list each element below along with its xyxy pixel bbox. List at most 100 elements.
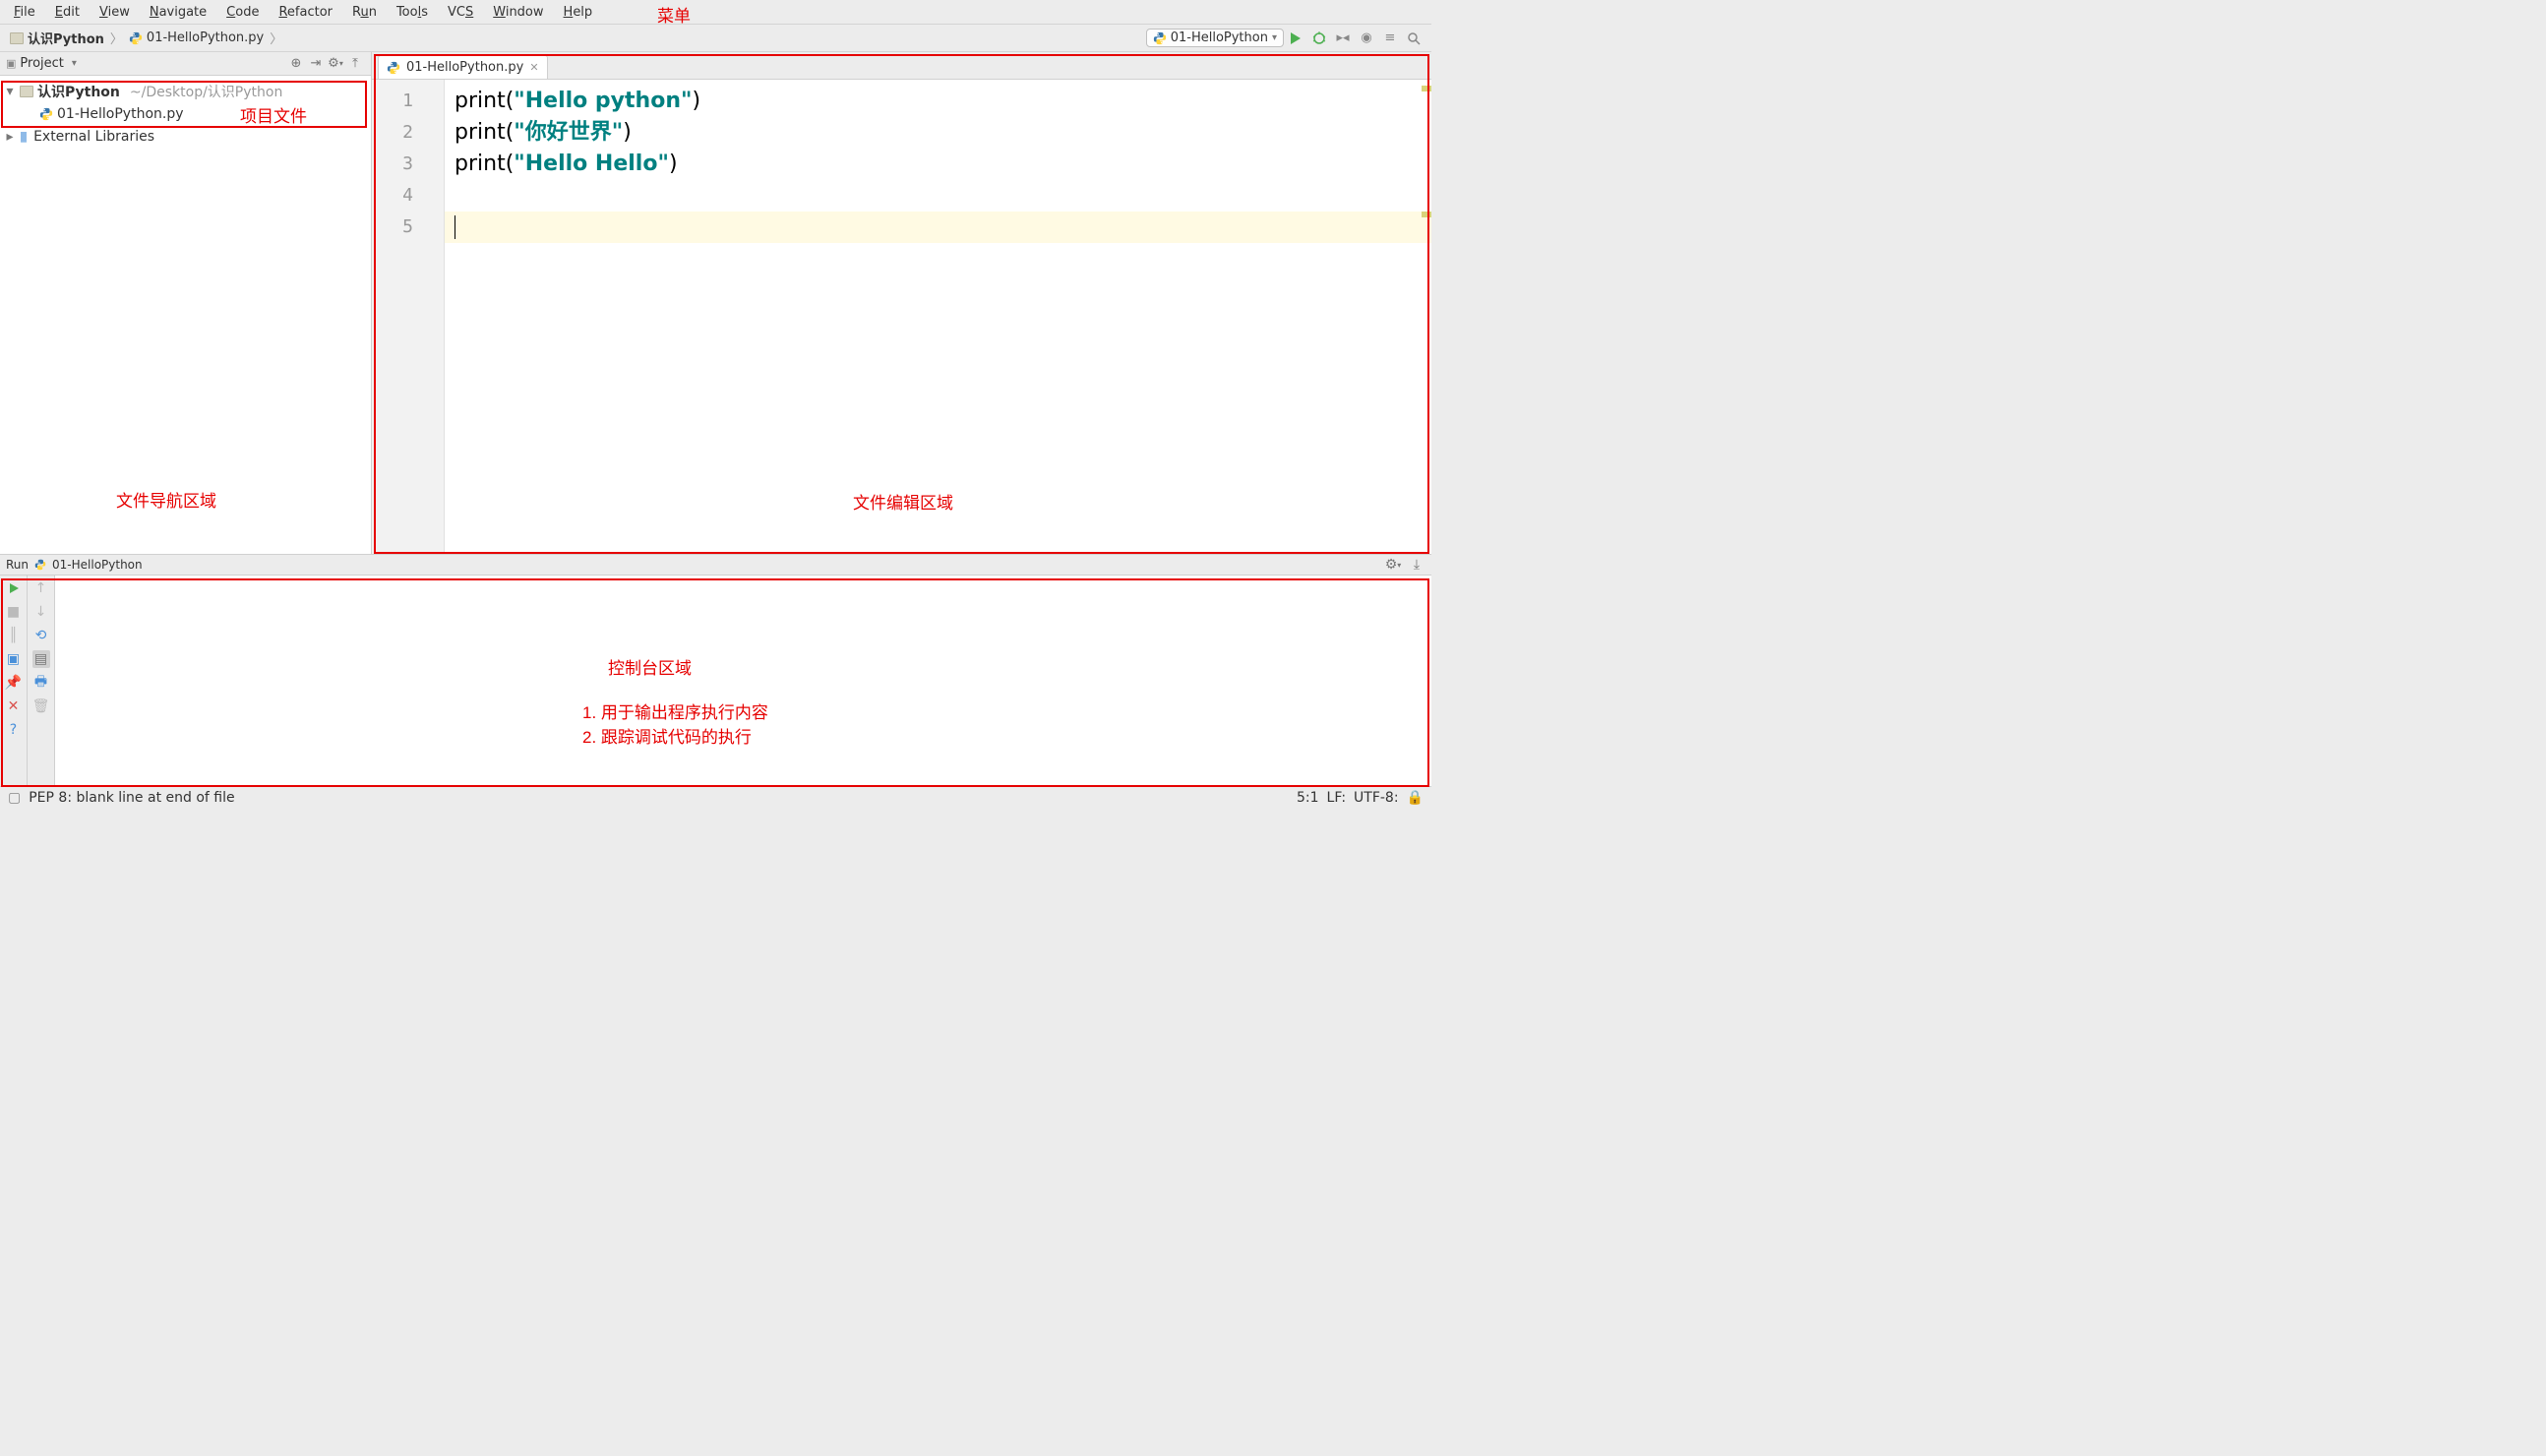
up-button[interactable]: ↑: [32, 579, 50, 597]
menu-vcs[interactable]: VCS: [438, 5, 483, 20]
warning-mark[interactable]: [1422, 86, 1431, 91]
status-encoding[interactable]: UTF-8:: [1354, 790, 1399, 806]
down-button[interactable]: ↓: [32, 603, 50, 621]
print-button[interactable]: 🖶: [32, 674, 50, 692]
run-button[interactable]: [1286, 29, 1305, 48]
menu-run[interactable]: Run: [342, 5, 387, 20]
tree-file-label: 01-HelloPython.py: [57, 106, 184, 122]
warning-mark[interactable]: [1422, 212, 1431, 217]
breadcrumb-file[interactable]: 01-HelloPython.py: [125, 30, 268, 45]
menu-refactor[interactable]: Refactor: [269, 5, 342, 20]
chevron-down-icon[interactable]: ▾: [72, 58, 77, 69]
hide-icon[interactable]: ⤓: [1408, 556, 1425, 574]
menu-edit[interactable]: Edit: [45, 5, 90, 20]
help-button[interactable]: ?: [5, 721, 23, 739]
status-bar: ▢ PEP 8: blank line at end of file 5:1 L…: [0, 787, 1431, 809]
editor-tabs: 01-HelloPython.py ✕: [372, 52, 1431, 80]
tree-extlib-label: External Libraries: [33, 129, 154, 145]
run-config-label: 01-HelloPython: [1171, 30, 1268, 45]
run-panel: ■ ║ ▣ 📌 ✕ ? ↑ ↓ ⟲ ▤ 🖶 🗑: [0, 576, 1431, 787]
wrap-button[interactable]: ⟲: [32, 627, 50, 644]
console-output[interactable]: [55, 576, 1431, 786]
code-editor[interactable]: 1 2 3 4 5 print("Hello python") print("你…: [372, 80, 1431, 554]
line-number: 3: [372, 149, 444, 180]
collapse-icon[interactable]: ⇥: [307, 55, 325, 73]
project-panel-title: Project: [20, 56, 63, 71]
hide-icon[interactable]: ⤒: [346, 55, 364, 73]
menu-file[interactable]: File: [4, 5, 45, 20]
editor-tab[interactable]: 01-HelloPython.py ✕: [378, 55, 548, 79]
tree-file[interactable]: 01-HelloPython.py: [0, 102, 371, 125]
menu-view[interactable]: View: [90, 5, 140, 20]
locate-icon[interactable]: ⊕: [287, 55, 305, 73]
code-area[interactable]: print("Hello python") print("你好世界") prin…: [445, 80, 1431, 554]
folder-icon: [10, 32, 24, 44]
search-icon[interactable]: [1404, 29, 1424, 48]
line-number: 2: [372, 117, 444, 149]
library-icon: |||: [20, 130, 26, 143]
expand-arrow-icon[interactable]: ▾: [4, 84, 16, 99]
status-line-sep[interactable]: LF:: [1327, 790, 1346, 806]
gear-icon[interactable]: ⚙▾: [1384, 556, 1402, 574]
python-icon: [34, 559, 46, 571]
scroll-button[interactable]: ▤: [32, 650, 50, 668]
run-panel-header: Run 01-HelloPython ⚙▾ ⤓: [0, 554, 1431, 576]
status-lock-icon[interactable]: 🔒: [1407, 790, 1424, 806]
tree-root-label: 认识Python: [37, 82, 120, 101]
stop-button[interactable]: ■: [5, 603, 23, 621]
profile-button[interactable]: ◉: [1357, 29, 1376, 48]
menu-window[interactable]: Window: [483, 5, 553, 20]
breadcrumb-root-label: 认识Python: [28, 29, 104, 47]
editor-panel: 01-HelloPython.py ✕ 1 2 3 4 5 print("Hel…: [372, 52, 1431, 554]
tree-external-libs[interactable]: ▸ ||| External Libraries: [0, 125, 371, 148]
run-panel-label: Run: [6, 558, 29, 572]
line-number: 4: [372, 180, 444, 212]
clear-button[interactable]: 🗑: [32, 698, 50, 715]
code-line: print("Hello python"): [445, 86, 1431, 117]
status-icon: ▢: [8, 790, 21, 806]
gear-icon[interactable]: ⚙▾: [327, 55, 344, 73]
code-line: print("Hello Hello"): [445, 149, 1431, 180]
main-menu-bar: File Edit View Navigate Code Refactor Ru…: [0, 0, 1431, 25]
breadcrumb-file-label: 01-HelloPython.py: [147, 30, 264, 45]
coverage-button[interactable]: ▸◂: [1333, 29, 1353, 48]
close-tab-icon[interactable]: ✕: [529, 61, 538, 74]
status-position[interactable]: 5:1: [1297, 790, 1319, 806]
code-line: [445, 180, 1431, 212]
line-number: 1: [372, 86, 444, 117]
menu-help[interactable]: Help: [554, 5, 603, 20]
breadcrumb-separator: 〉: [270, 29, 282, 47]
status-message: PEP 8: blank line at end of file: [29, 790, 234, 806]
debug-button[interactable]: [1309, 29, 1329, 48]
expand-arrow-icon[interactable]: ▸: [4, 129, 16, 145]
code-line: print("你好世界"): [445, 117, 1431, 149]
breadcrumb-root[interactable]: 认识Python: [6, 29, 108, 47]
pause-button[interactable]: ║: [5, 627, 23, 644]
tree-root[interactable]: ▾ 认识Python ~/Desktop/认识Python: [0, 80, 371, 102]
rerun-button[interactable]: [5, 579, 23, 597]
dump-button[interactable]: ▣: [5, 650, 23, 668]
menu-code[interactable]: Code: [216, 5, 269, 20]
folder-icon: [20, 86, 33, 97]
project-panel-header: ▣ Project ▾ ⊕ ⇥ ⚙▾ ⤒: [0, 52, 371, 76]
python-icon: [1153, 31, 1167, 45]
tree-root-path: ~/Desktop/认识Python: [130, 82, 282, 101]
editor-tab-label: 01-HelloPython.py: [406, 60, 523, 75]
menu-tools[interactable]: Tools: [387, 5, 438, 20]
menu-navigate[interactable]: Navigate: [140, 5, 216, 20]
line-number: 5: [372, 212, 444, 243]
run-toolbar-left2: ↑ ↓ ⟲ ▤ 🖶 🗑: [28, 576, 55, 786]
breadcrumb-separator: 〉: [110, 29, 123, 47]
editor-gutter: 1 2 3 4 5: [372, 80, 445, 554]
editor-markers: [1420, 80, 1431, 554]
python-file-icon: [39, 107, 53, 121]
chevron-down-icon: ▾: [1272, 32, 1277, 43]
project-tree: ▾ 认识Python ~/Desktop/认识Python 01-HelloPy…: [0, 76, 371, 152]
close-button[interactable]: ✕: [5, 698, 23, 715]
project-panel: ▣ Project ▾ ⊕ ⇥ ⚙▾ ⤒ ▾ 认识Python ~/Deskto…: [0, 52, 372, 554]
concurrency-button[interactable]: ≡: [1380, 29, 1400, 48]
run-config-selector[interactable]: 01-HelloPython ▾: [1146, 29, 1284, 47]
navigation-bar: 认识Python 〉 01-HelloPython.py 〉 01-HelloP…: [0, 25, 1431, 52]
pin-button[interactable]: 📌: [5, 674, 23, 692]
run-toolbar-left: ■ ║ ▣ 📌 ✕ ?: [0, 576, 28, 786]
